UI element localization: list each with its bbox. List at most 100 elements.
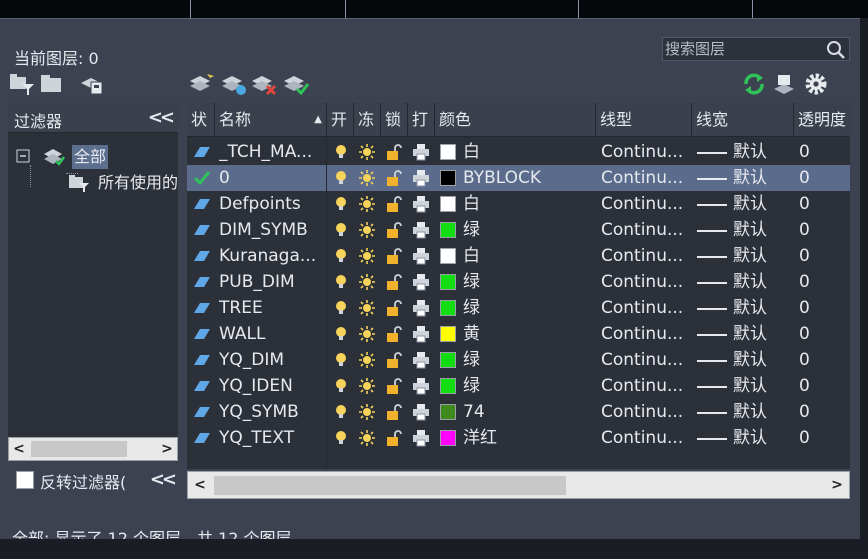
- bulb-on-icon[interactable]: [332, 221, 350, 239]
- unlock-icon[interactable]: [385, 221, 403, 239]
- unlock-icon[interactable]: [385, 143, 403, 161]
- delete-layer-icon[interactable]: [250, 71, 278, 97]
- layer-lineweight[interactable]: 默认: [733, 373, 793, 399]
- unlock-icon[interactable]: [385, 429, 403, 447]
- layer-lineweight[interactable]: 默认: [733, 243, 793, 269]
- scrollbar-thumb[interactable]: [31, 441, 127, 457]
- layer-linetype[interactable]: Continu...: [601, 321, 689, 347]
- layer-color-name[interactable]: 绿: [463, 269, 593, 295]
- layer-lineweight[interactable]: 默认: [733, 321, 793, 347]
- layer-lineweight[interactable]: 默认: [733, 425, 793, 451]
- unlock-icon[interactable]: [385, 247, 403, 265]
- unlock-icon[interactable]: [385, 195, 403, 213]
- layer-name[interactable]: PUB_DIM: [219, 269, 323, 295]
- unlock-icon[interactable]: [385, 299, 403, 317]
- sun-thaw-icon[interactable]: [358, 221, 376, 239]
- layer-linetype[interactable]: Continu...: [601, 243, 689, 269]
- new-property-filter-icon[interactable]: [8, 71, 36, 97]
- bulb-on-icon[interactable]: [332, 325, 350, 343]
- layer-row[interactable]: DIM_SYMB 绿 Continu... 默认 0: [187, 217, 850, 243]
- layer-linetype[interactable]: Continu...: [601, 139, 689, 165]
- unlock-icon[interactable]: [385, 351, 403, 369]
- scrollbar-thumb[interactable]: [214, 476, 566, 495]
- layer-color-name[interactable]: 绿: [463, 347, 593, 373]
- layer-color-name[interactable]: 绿: [463, 295, 593, 321]
- new-group-filter-icon[interactable]: [38, 71, 66, 97]
- layer-color-swatch[interactable]: [440, 378, 456, 394]
- layer-transparency[interactable]: 0: [799, 139, 839, 165]
- layer-lineweight[interactable]: 默认: [733, 191, 793, 217]
- bulb-on-icon[interactable]: [332, 403, 350, 421]
- collapse-pane-icon[interactable]: <<: [150, 469, 177, 490]
- layer-color-swatch[interactable]: [440, 326, 456, 342]
- unlock-icon[interactable]: [385, 169, 403, 187]
- layer-color-swatch[interactable]: [440, 404, 456, 420]
- layer-color-name[interactable]: 绿: [463, 373, 593, 399]
- layer-color-swatch[interactable]: [440, 352, 456, 368]
- layer-states-icon[interactable]: [78, 71, 106, 97]
- layer-color-swatch[interactable]: [440, 222, 456, 238]
- printer-icon[interactable]: [412, 169, 430, 187]
- layer-name[interactable]: YQ_DIM: [219, 347, 323, 373]
- column-header-lineweight[interactable]: 线宽: [692, 103, 794, 137]
- scroll-left-icon[interactable]: <: [9, 438, 29, 460]
- scroll-right-icon[interactable]: >: [827, 474, 847, 496]
- layer-color-swatch[interactable]: [440, 430, 456, 446]
- collapse-pane-icon[interactable]: <<: [148, 107, 175, 128]
- layer-lineweight[interactable]: 默认: [733, 399, 793, 425]
- new-vp-frozen-layer-icon[interactable]: [220, 71, 248, 97]
- layer-color-name[interactable]: 74: [463, 399, 593, 425]
- layer-row[interactable]: WALL 黄 Continu... 默认 0: [187, 321, 850, 347]
- layer-transparency[interactable]: 0: [799, 347, 839, 373]
- layer-row[interactable]: _TCH_MA... 白 Continu... 默认 0: [187, 139, 850, 165]
- layer-name[interactable]: DIM_SYMB: [219, 217, 323, 243]
- layer-row[interactable]: TREE 绿 Continu... 默认 0: [187, 295, 850, 321]
- layer-name[interactable]: WALL: [219, 321, 323, 347]
- bulb-on-icon[interactable]: [332, 143, 350, 161]
- layer-row[interactable]: Kuranaga... 白 Continu... 默认 0: [187, 243, 850, 269]
- layer-linetype[interactable]: Continu...: [601, 347, 689, 373]
- bulb-on-icon[interactable]: [332, 429, 350, 447]
- layer-row[interactable]: PUB_DIM 绿 Continu... 默认 0: [187, 269, 850, 295]
- layer-name[interactable]: Kuranaga...: [219, 243, 323, 269]
- layer-transparency[interactable]: 0: [799, 321, 839, 347]
- column-header-transparency[interactable]: 透明度: [794, 103, 850, 137]
- layer-lineweight[interactable]: 默认: [733, 269, 793, 295]
- sun-thaw-icon[interactable]: [358, 195, 376, 213]
- column-header-plot[interactable]: 打: [408, 103, 435, 137]
- layer-name[interactable]: 0: [219, 165, 323, 191]
- layer-linetype[interactable]: Continu...: [601, 373, 689, 399]
- layer-lineweight[interactable]: 默认: [733, 217, 793, 243]
- column-header-color[interactable]: 颜色: [435, 103, 596, 137]
- layer-color-name[interactable]: 洋红: [463, 425, 593, 451]
- layer-row[interactable]: Defpoints 白 Continu... 默认 0: [187, 191, 850, 217]
- layer-name[interactable]: Defpoints: [219, 191, 323, 217]
- scroll-right-icon[interactable]: >: [157, 438, 177, 460]
- layer-color-name[interactable]: 绿: [463, 217, 593, 243]
- printer-icon[interactable]: [412, 351, 430, 369]
- layer-linetype[interactable]: Continu...: [601, 295, 689, 321]
- layer-name[interactable]: YQ_TEXT: [219, 425, 323, 451]
- layer-name[interactable]: _TCH_MA...: [219, 139, 323, 165]
- layer-color-name[interactable]: 白: [463, 243, 593, 269]
- column-header-linetype[interactable]: 线型: [596, 103, 692, 137]
- unlock-icon[interactable]: [385, 325, 403, 343]
- printer-icon[interactable]: [412, 377, 430, 395]
- layer-row[interactable]: 0 BYBLOCK Continu... 默认 0: [187, 165, 850, 191]
- sun-thaw-icon[interactable]: [358, 377, 376, 395]
- layer-name[interactable]: YQ_SYMB: [219, 399, 323, 425]
- layer-lineweight[interactable]: 默认: [733, 139, 793, 165]
- layer-transparency[interactable]: 0: [799, 373, 839, 399]
- layer-color-swatch[interactable]: [440, 300, 456, 316]
- column-header-status[interactable]: 状: [187, 103, 215, 137]
- set-current-icon[interactable]: [282, 71, 310, 97]
- sun-thaw-icon[interactable]: [358, 299, 376, 317]
- printer-icon[interactable]: [412, 403, 430, 421]
- printer-icon[interactable]: [412, 195, 430, 213]
- search-input[interactable]: [663, 38, 823, 60]
- sun-thaw-icon[interactable]: [358, 429, 376, 447]
- layer-transparency[interactable]: 0: [799, 217, 839, 243]
- layer-lineweight[interactable]: 默认: [733, 295, 793, 321]
- layer-settings-icon[interactable]: [770, 71, 798, 97]
- layer-linetype[interactable]: Continu...: [601, 165, 689, 191]
